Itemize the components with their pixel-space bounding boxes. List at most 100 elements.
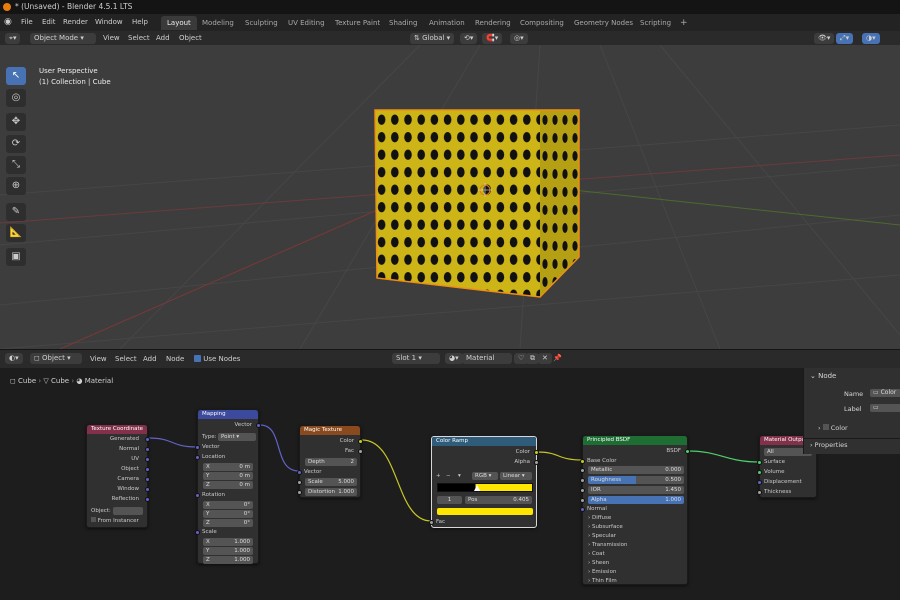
principled-bsdf-node[interactable]: Principled BSDF BSDF Base Color Metallic… [580, 435, 690, 585]
socket[interactable] [580, 488, 585, 493]
socket[interactable] [534, 460, 539, 465]
socket[interactable] [145, 467, 150, 472]
texture-coordinate-node[interactable]: Texture Coordinate Generated Normal UV O… [86, 424, 150, 528]
socket[interactable] [429, 520, 434, 525]
scale-x-field[interactable]: X 1.000 [203, 538, 253, 546]
socket[interactable] [580, 468, 585, 473]
remove-stop-button[interactable]: − [446, 472, 451, 480]
object-picker-field[interactable] [113, 507, 143, 515]
3d-viewport[interactable]: User Perspective (1) Collection | Cube ↖… [0, 45, 900, 349]
pin-icon[interactable]: 📌 [553, 353, 562, 364]
location-z-field[interactable]: Z 0 m [203, 481, 253, 489]
tab-uv-editing[interactable]: UV Editing [282, 16, 331, 30]
shader-type-dropdown[interactable]: ◻ Object ▾ [30, 353, 82, 364]
socket[interactable] [297, 490, 302, 495]
panel-emission[interactable]: › Emission [588, 568, 616, 576]
pivot-icon[interactable]: ⟲▾ [460, 33, 478, 44]
ior-field[interactable]: IOR 1.450 [588, 486, 684, 494]
tab-sculpting[interactable]: Sculpting [239, 16, 284, 30]
socket[interactable] [195, 445, 200, 450]
node-menu-view[interactable]: View [90, 354, 107, 365]
socket[interactable] [195, 530, 200, 535]
move-tool-icon[interactable]: ✥ [6, 113, 26, 131]
select-box-tool-icon[interactable]: ↖ [6, 67, 26, 85]
transform-orientation-dropdown[interactable]: ⇅ Global ▾ [410, 33, 455, 44]
socket[interactable] [534, 450, 539, 455]
scale-z-field[interactable]: Z 1.000 [203, 556, 253, 564]
magic-texture-node[interactable]: Magic Texture Color Fac Depth 2 Vector Sc… [297, 425, 363, 498]
socket[interactable] [757, 490, 762, 495]
menu-window[interactable]: Window [95, 14, 123, 31]
menu-file[interactable]: File [21, 14, 33, 31]
proportional-edit-icon[interactable]: ◎▾ [510, 33, 528, 44]
socket[interactable] [195, 455, 200, 460]
overlay-toggle-icon[interactable]: ◑▾ [862, 33, 880, 44]
breadcrumb-object[interactable]: Cube [18, 377, 36, 385]
menu-edit[interactable]: Edit [42, 14, 56, 31]
tab-rendering[interactable]: Rendering [469, 16, 517, 30]
editor-type-icon[interactable]: ⌖▾ [5, 33, 21, 44]
object-mode-dropdown[interactable]: Object Mode ▾ [30, 33, 96, 44]
location-x-field[interactable]: X 0 m [203, 463, 253, 471]
cursor-tool-icon[interactable]: ◎ [6, 89, 26, 107]
socket[interactable] [757, 480, 762, 485]
from-instancer-toggle[interactable]: From Instancer [91, 517, 139, 525]
metallic-field[interactable]: Metallic 0.000 [588, 466, 684, 474]
socket[interactable] [145, 447, 150, 452]
panel-diffuse[interactable]: › Diffuse [588, 514, 611, 522]
stop-position-field[interactable]: Pos 0.405 [465, 496, 532, 504]
stop-index-field[interactable]: 1 [437, 496, 462, 504]
menu-help[interactable]: Help [132, 14, 148, 31]
add-workspace-button[interactable]: + [674, 16, 694, 30]
panel-sheen[interactable]: › Sheen [588, 559, 609, 567]
node-menu-add[interactable]: Add [143, 354, 157, 365]
measure-tool-icon[interactable]: 📐 [6, 224, 26, 242]
color-section-toggle[interactable]: › Color [818, 424, 848, 432]
type-dropdown[interactable]: Point ▾ [218, 433, 256, 441]
node-label-field[interactable]: ▭ [870, 404, 900, 412]
socket[interactable] [145, 487, 150, 492]
roughness-field[interactable]: Roughness 0.500 [588, 476, 684, 484]
socket[interactable] [358, 439, 363, 444]
ramp-menu-button[interactable]: ▾ [458, 472, 461, 480]
panel-transmission[interactable]: › Transmission [588, 541, 627, 549]
tab-shading[interactable]: Shading [383, 16, 423, 30]
viewport-menu-object[interactable]: Object [179, 33, 202, 44]
panel-thin-film[interactable]: › Thin Film [588, 577, 617, 585]
mapping-node[interactable]: Mapping Vector Type: Point ▾ Vector Loca… [195, 409, 261, 564]
visibility-icon[interactable]: 👁▾ [814, 33, 835, 44]
location-y-field[interactable]: Y 0 m [203, 472, 253, 480]
tab-animation[interactable]: Animation [423, 16, 471, 30]
socket[interactable] [580, 459, 585, 464]
socket[interactable] [145, 477, 150, 482]
socket[interactable] [195, 493, 200, 498]
breadcrumb-material[interactable]: Material [85, 377, 113, 385]
material-name-field[interactable]: Material [462, 353, 512, 364]
tab-layout[interactable]: Layout [161, 16, 197, 30]
socket[interactable] [580, 498, 585, 503]
add-cube-tool-icon[interactable]: ▣ [6, 248, 26, 266]
rotate-tool-icon[interactable]: ⟳ [6, 135, 26, 153]
socket[interactable] [580, 507, 585, 512]
socket[interactable] [256, 423, 261, 428]
rotation-z-field[interactable]: Z 0° [203, 519, 253, 527]
menu-render[interactable]: Render [63, 14, 88, 31]
slot-dropdown[interactable]: Slot 1 ▾ [392, 353, 440, 364]
tab-scripting[interactable]: Scripting [634, 16, 677, 30]
socket[interactable] [145, 437, 150, 442]
tab-texture-paint[interactable]: Texture Paint [329, 16, 386, 30]
panel-specular[interactable]: › Specular [588, 532, 616, 540]
socket[interactable] [580, 478, 585, 483]
node-panel-header[interactable]: ⌄ Node [810, 372, 836, 380]
node-menu-node[interactable]: Node [166, 354, 184, 365]
depth-field[interactable]: Depth 2 [305, 458, 357, 466]
color-ramp-node[interactable]: Color Ramp Color Alpha + − ▾ RGB ▾ Linea… [429, 436, 539, 528]
cube-object[interactable] [0, 45, 900, 349]
tab-compositing[interactable]: Compositing [514, 16, 570, 30]
interpolation-dropdown[interactable]: Linear ▾ [500, 472, 532, 480]
node-menu-select[interactable]: Select [115, 354, 137, 365]
panel-coat[interactable]: › Coat [588, 550, 605, 558]
breadcrumb-mesh[interactable]: Cube [51, 377, 69, 385]
alpha-field[interactable]: Alpha 1.000 [588, 496, 684, 504]
socket[interactable] [145, 457, 150, 462]
